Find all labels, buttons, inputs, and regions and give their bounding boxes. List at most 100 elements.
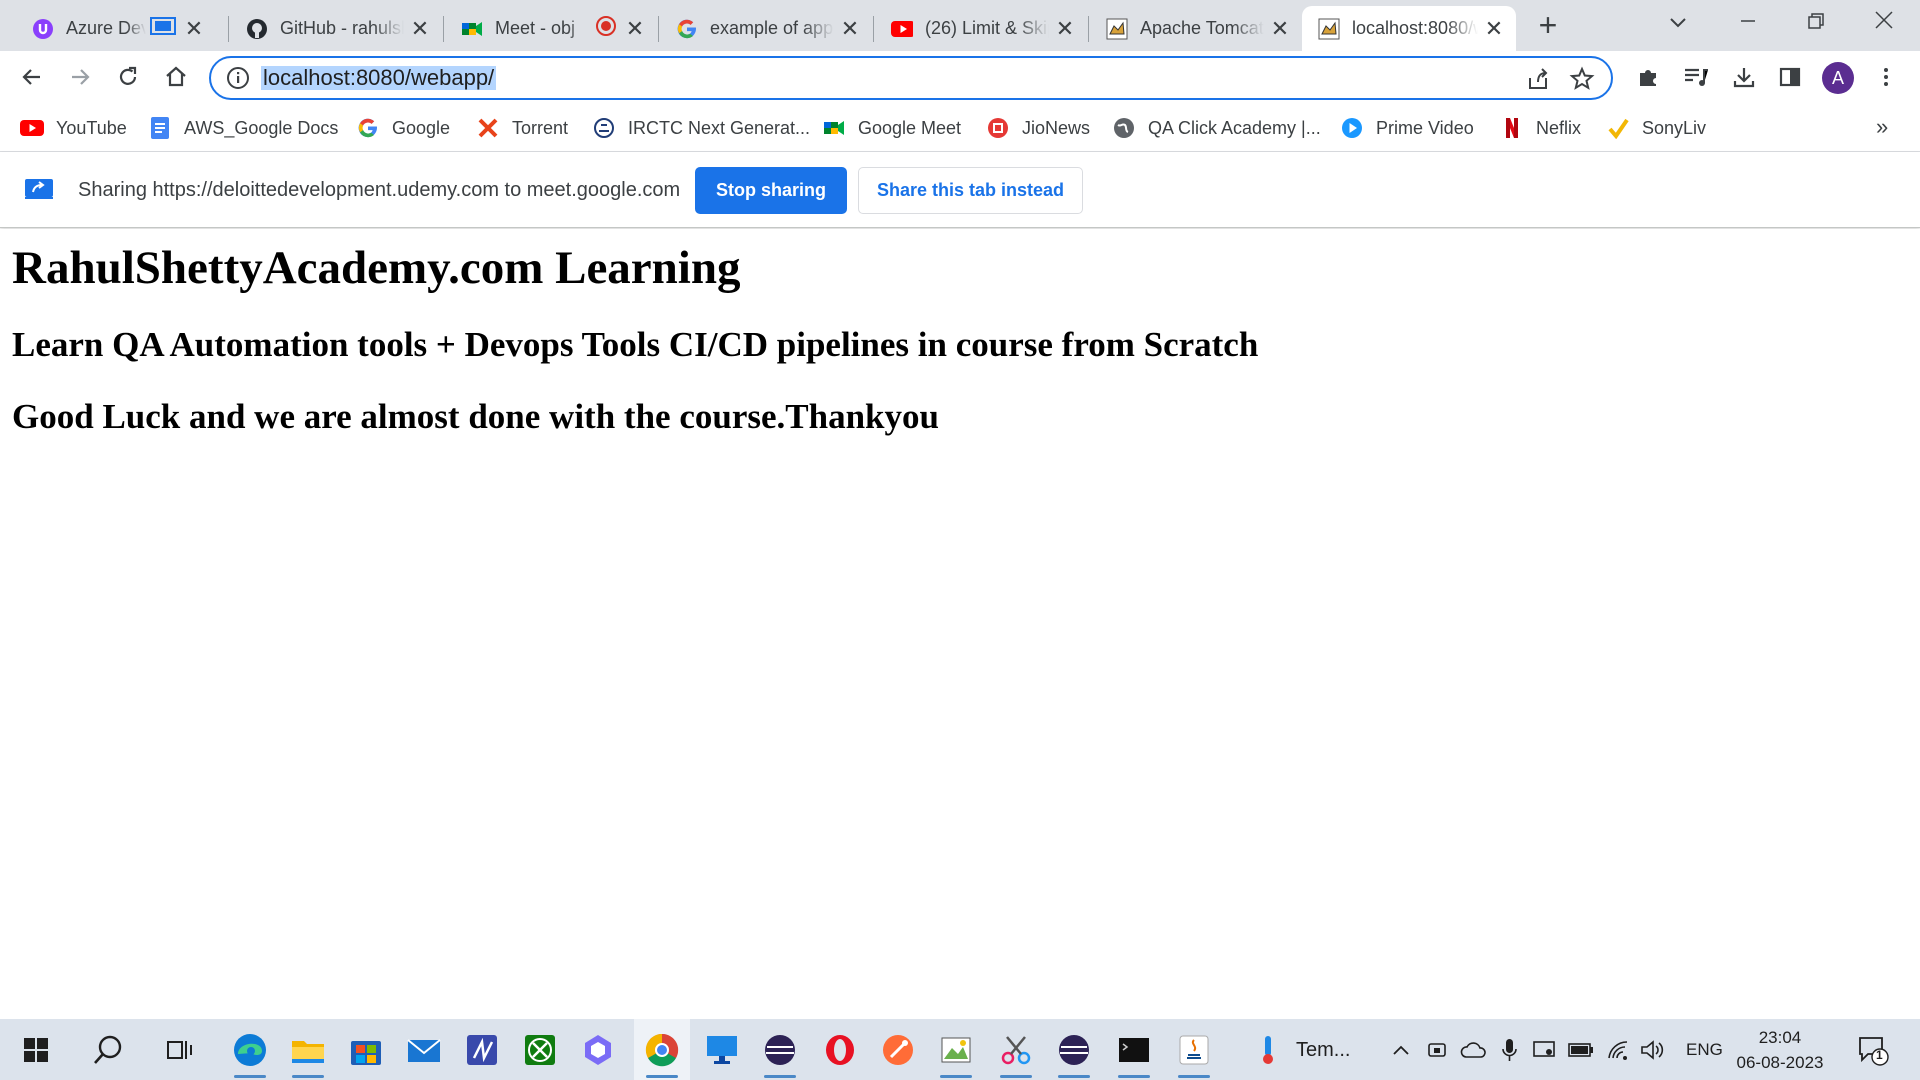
- tab-google-search[interactable]: example of app ✕: [660, 6, 872, 51]
- bookmark-label: Neflix: [1536, 117, 1582, 138]
- tab-close-button[interactable]: ✕: [838, 16, 862, 41]
- reload-button[interactable]: [110, 59, 146, 95]
- bookmark-neflix[interactable]: Neflix: [1500, 114, 1581, 142]
- tab-close-button[interactable]: ✕: [1053, 16, 1077, 41]
- volume-icon[interactable]: [1640, 1037, 1666, 1063]
- edge-icon: [234, 1033, 266, 1066]
- code-editor-icon: [467, 1034, 497, 1065]
- taskbar-remote-desktop[interactable]: [694, 1019, 750, 1080]
- tab-close-button[interactable]: ✕: [623, 16, 647, 41]
- side-panel-button[interactable]: [1772, 59, 1808, 95]
- taskbar-snipping-tool[interactable]: [988, 1019, 1044, 1080]
- chevron-up-icon[interactable]: [1390, 1037, 1412, 1063]
- scissors-icon: [1001, 1035, 1031, 1064]
- taskbar-image-viewer[interactable]: [928, 1019, 984, 1080]
- tab-close-button[interactable]: ✕: [1268, 16, 1292, 41]
- taskbar-visual-studio[interactable]: [454, 1019, 510, 1080]
- tab-google-meet[interactable]: Meet - obj ✕: [445, 6, 657, 51]
- restore-button[interactable]: [1786, 4, 1846, 42]
- taskbar-xbox[interactable]: [512, 1019, 568, 1080]
- tab-localhost[interactable]: localhost:8080/webapp/ ✕: [1302, 6, 1516, 51]
- microphone-icon[interactable]: [1498, 1037, 1520, 1063]
- youtube-icon: [20, 116, 44, 140]
- tab-title: GitHub - rahulshettyacademy: [280, 18, 404, 38]
- media-controls-button[interactable]: [1678, 59, 1714, 95]
- onedrive-cloud-icon[interactable]: [1460, 1037, 1486, 1063]
- url-text[interactable]: localhost:8080/webapp/: [261, 66, 497, 90]
- page-subheading-course: Learn QA Automation tools + Devops Tools…: [12, 325, 1259, 364]
- page-subheading-goodluck: Good Luck and we are almost done with th…: [12, 397, 939, 436]
- tomcat-icon: [1106, 18, 1128, 40]
- close-window-button[interactable]: [1854, 4, 1914, 42]
- mail-icon: [407, 1038, 441, 1062]
- battery-icon[interactable]: [1568, 1037, 1594, 1063]
- home-button[interactable]: [158, 59, 194, 95]
- tab-apache-tomcat[interactable]: Apache Tomcat ✕: [1090, 6, 1302, 51]
- bookmark-aws-google-docs[interactable]: AWS_Google Docs: [148, 114, 338, 142]
- taskbar-eclipse[interactable]: [752, 1019, 808, 1080]
- new-tab-button[interactable]: +: [1528, 9, 1568, 42]
- taskbar-store[interactable]: [338, 1019, 394, 1080]
- profile-avatar[interactable]: A: [1822, 62, 1854, 94]
- tab-github[interactable]: GitHub - rahulshettyacademy ✕: [230, 6, 442, 51]
- tab-divider: [228, 16, 229, 42]
- bookmark-irctc[interactable]: IRCTC Next Generat...: [592, 114, 810, 142]
- taskbar-postman[interactable]: [870, 1019, 926, 1080]
- start-button[interactable]: [8, 1019, 64, 1080]
- weather-label[interactable]: Tem...: [1296, 1037, 1350, 1063]
- taskbar-edge[interactable]: [222, 1019, 278, 1080]
- back-button[interactable]: [14, 59, 50, 95]
- bookmark-label: SonyLiv: [1642, 117, 1707, 138]
- taskbar-file-explorer[interactable]: [280, 1019, 336, 1080]
- bookmark-qa-click-academy[interactable]: QA Click Academy |...: [1112, 114, 1321, 142]
- meet-now-icon[interactable]: [1426, 1037, 1448, 1063]
- task-view-button[interactable]: [152, 1019, 208, 1080]
- more-bookmarks-button[interactable]: »: [1876, 114, 1888, 140]
- notification-count: 1: [1876, 1048, 1883, 1062]
- bookmarks-bar: YouTube AWS_Google Docs Google Torrent I…: [0, 104, 1920, 152]
- bookmark-sonyliv[interactable]: SonyLiv: [1606, 114, 1706, 142]
- screen-share-icon: [24, 178, 54, 205]
- bookmark-google[interactable]: Google: [356, 114, 450, 142]
- tab-close-button[interactable]: ✕: [408, 16, 432, 41]
- taskbar-mail[interactable]: [396, 1019, 452, 1080]
- bookmark-star-icon[interactable]: [1569, 66, 1595, 97]
- taskbar-eclipse-2[interactable]: [1046, 1019, 1102, 1080]
- site-info-icon[interactable]: [225, 65, 251, 96]
- tab-azure-devops[interactable]: Azure DevOps ✕: [16, 6, 216, 51]
- bookmark-prime-video[interactable]: Prime Video: [1340, 114, 1474, 142]
- share-this-tab-button[interactable]: Share this tab instead: [858, 167, 1083, 214]
- notification-center-button[interactable]: 1: [1856, 1033, 1890, 1067]
- address-bar[interactable]: localhost:8080/webapp/: [209, 56, 1613, 100]
- share-icon[interactable]: [1525, 66, 1551, 97]
- minimize-button[interactable]: [1718, 4, 1778, 42]
- tab-search-button[interactable]: [1648, 4, 1708, 42]
- taskbar-command-prompt[interactable]: [1106, 1019, 1162, 1080]
- bookmark-google-meet[interactable]: Google Meet: [822, 114, 961, 142]
- minimize-icon: [1741, 20, 1755, 22]
- tab-youtube[interactable]: (26) Limit & Skip ✕: [875, 6, 1087, 51]
- copilot-icon: [585, 1034, 611, 1065]
- downloads-button[interactable]: [1726, 59, 1762, 95]
- taskbar-java[interactable]: [1166, 1019, 1222, 1080]
- bookmark-jionews[interactable]: JioNews: [986, 114, 1090, 142]
- display-icon[interactable]: [1532, 1037, 1556, 1063]
- taskbar-chrome[interactable]: [634, 1019, 690, 1080]
- taskbar-search-button[interactable]: [80, 1019, 136, 1080]
- language-indicator[interactable]: ENG: [1686, 1037, 1723, 1063]
- forward-button[interactable]: [62, 59, 98, 95]
- wifi-icon[interactable]: [1606, 1037, 1630, 1063]
- chrome-menu-button[interactable]: [1868, 59, 1904, 95]
- weather-icon[interactable]: [1254, 1036, 1282, 1064]
- taskbar-opera[interactable]: [812, 1019, 868, 1080]
- bookmark-torrent[interactable]: Torrent: [476, 114, 568, 142]
- stop-sharing-button[interactable]: Stop sharing: [695, 167, 847, 214]
- taskbar-copilot[interactable]: [570, 1019, 626, 1080]
- tab-close-button[interactable]: ✕: [1482, 16, 1506, 41]
- tab-close-button[interactable]: ✕: [182, 16, 206, 41]
- bookmark-youtube[interactable]: YouTube: [20, 114, 127, 142]
- close-icon: [1875, 11, 1893, 29]
- tab-title: Azure DevOps: [66, 18, 146, 38]
- extensions-button[interactable]: [1630, 59, 1666, 95]
- clock[interactable]: 23:04 06-08-2023: [1728, 1025, 1832, 1075]
